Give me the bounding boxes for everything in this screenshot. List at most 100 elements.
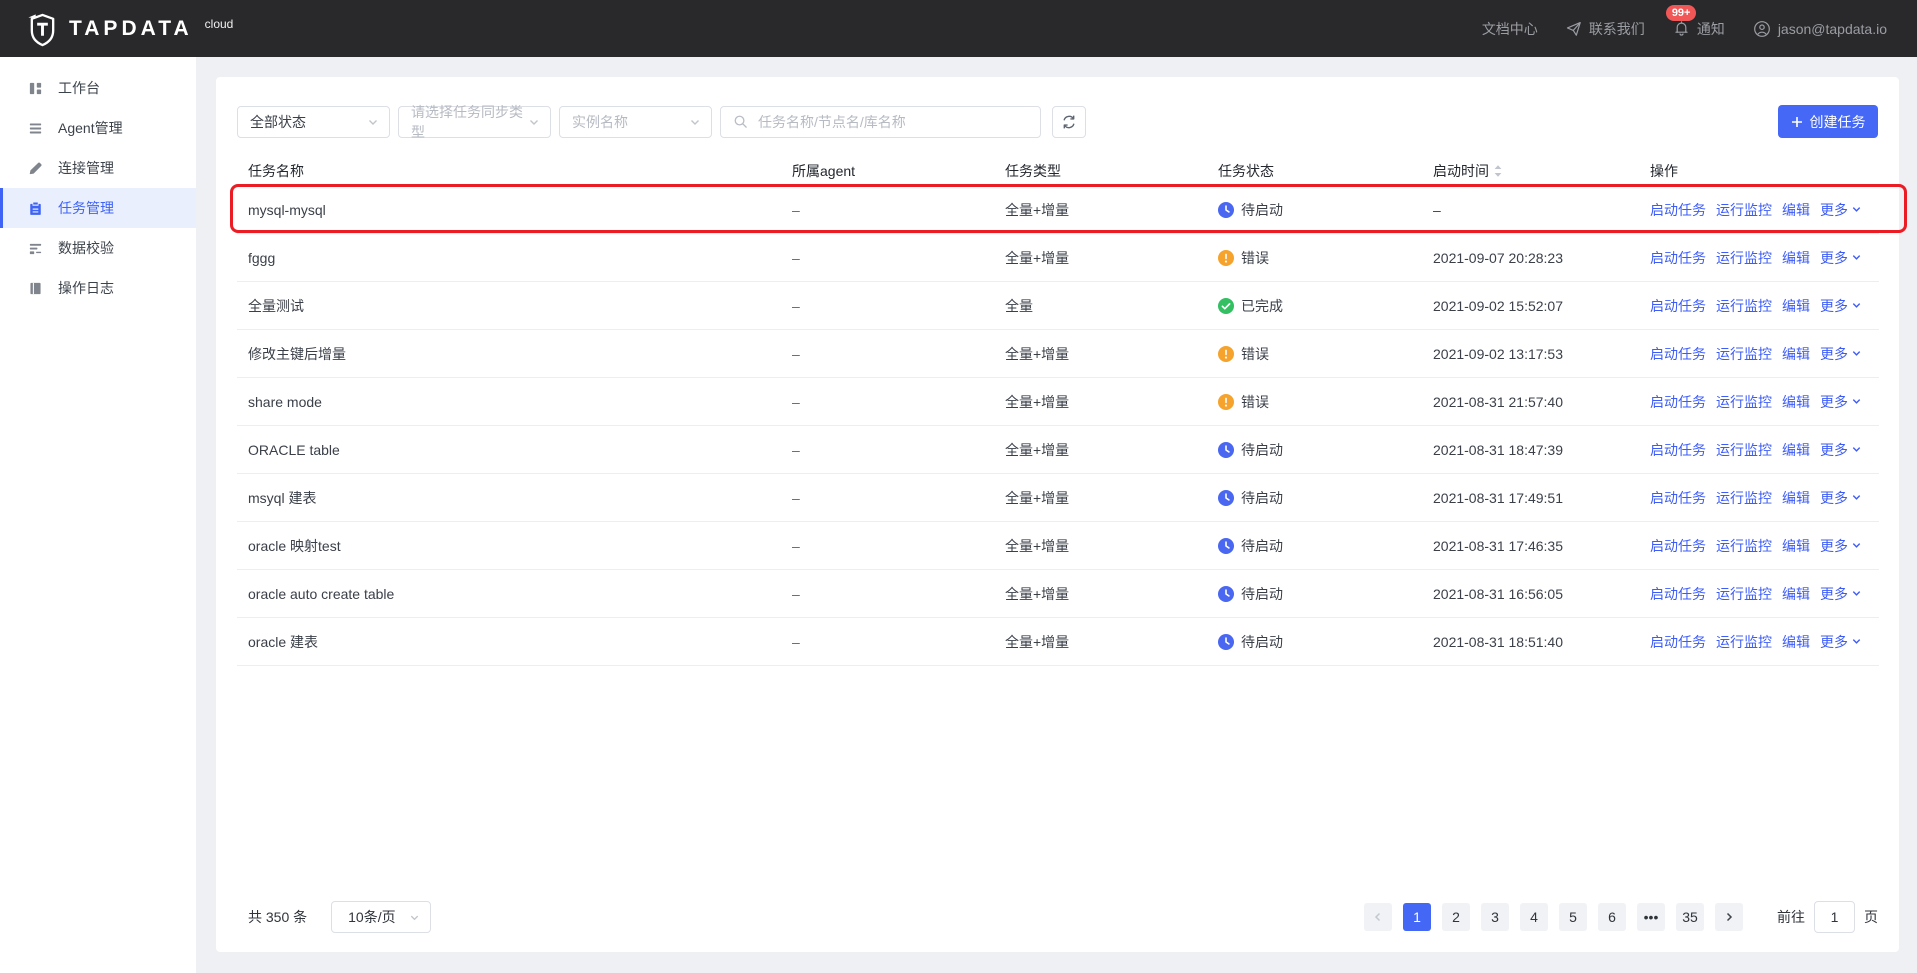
actions-cell: 启动任务运行监控编辑更多	[1650, 488, 1879, 508]
action-label: 编辑	[1782, 392, 1810, 412]
monitor-link[interactable]: 运行监控	[1716, 536, 1772, 556]
start-task-link[interactable]: 启动任务	[1650, 296, 1706, 316]
edit-link[interactable]: 编辑	[1782, 536, 1810, 556]
more-link[interactable]: 更多	[1820, 200, 1862, 220]
status-error-icon	[1218, 394, 1234, 410]
edit-link[interactable]: 编辑	[1782, 200, 1810, 220]
task-name-cell: oracle 映射test	[237, 536, 792, 556]
start-task-link[interactable]: 启动任务	[1650, 440, 1706, 460]
monitor-link[interactable]: 运行监控	[1716, 248, 1772, 268]
task-name: oracle auto create table	[248, 586, 394, 602]
task-type: 全量+增量	[1005, 538, 1069, 554]
chevron-down-small-icon	[1851, 348, 1862, 359]
more-link[interactable]: 更多	[1820, 344, 1862, 364]
monitor-link[interactable]: 运行监控	[1716, 584, 1772, 604]
chevron-down-small-icon	[1851, 540, 1862, 551]
edit-link[interactable]: 编辑	[1782, 584, 1810, 604]
sidebar-item-4[interactable]: 数据校验	[0, 228, 196, 268]
task-type: 全量+增量	[1005, 490, 1069, 506]
action-label: 运行监控	[1716, 296, 1772, 316]
table-row: share mode–全量+增量错误2021-08-31 21:57:40启动任…	[237, 378, 1879, 426]
agent-value: –	[792, 202, 800, 218]
start-task-link[interactable]: 启动任务	[1650, 488, 1706, 508]
status-waiting-icon	[1218, 202, 1234, 218]
page-button-4[interactable]: 4	[1520, 903, 1548, 931]
start-time: 2021-09-07 20:28:23	[1433, 250, 1563, 266]
start-task-link[interactable]: 启动任务	[1650, 632, 1706, 652]
monitor-link[interactable]: 运行监控	[1716, 392, 1772, 412]
nav-item-notifications[interactable]: 99+通知	[1673, 19, 1725, 39]
nav-item-docs-center[interactable]: 文档中心	[1482, 19, 1538, 39]
start-task-link[interactable]: 启动任务	[1650, 536, 1706, 556]
monitor-link[interactable]: 运行监控	[1716, 632, 1772, 652]
pagination-bar: 共 350 条 10条/页 123456•••35 前往 页	[237, 901, 1878, 933]
start-task-link[interactable]: 启动任务	[1650, 200, 1706, 220]
start-task-link[interactable]: 启动任务	[1650, 392, 1706, 412]
sidebar-item-2[interactable]: 连接管理	[0, 148, 196, 188]
edit-link[interactable]: 编辑	[1782, 296, 1810, 316]
more-link[interactable]: 更多	[1820, 488, 1862, 508]
page-button-1[interactable]: 1	[1403, 903, 1431, 931]
next-page-button[interactable]	[1715, 903, 1743, 931]
sidebar-item-1[interactable]: Agent管理	[0, 108, 196, 148]
more-link[interactable]: 更多	[1820, 632, 1862, 652]
table-row: 全量测试–全量已完成2021-09-02 15:52:07启动任务运行监控编辑更…	[237, 282, 1879, 330]
more-link[interactable]: 更多	[1820, 536, 1862, 556]
create-task-button[interactable]: 创建任务	[1778, 105, 1878, 138]
edit-link[interactable]: 编辑	[1782, 248, 1810, 268]
task-status-cell: 待启动	[1218, 488, 1433, 508]
status-filter-select[interactable]: 全部状态	[237, 106, 390, 138]
edit-link[interactable]: 编辑	[1782, 440, 1810, 460]
action-label: 编辑	[1782, 488, 1810, 508]
task-type-cell: 全量+增量	[1005, 440, 1218, 460]
page-button-6[interactable]: 6	[1598, 903, 1626, 931]
page-button-35[interactable]: 35	[1676, 903, 1704, 931]
column-header-actions: 操作	[1650, 161, 1879, 181]
more-link[interactable]: 更多	[1820, 440, 1862, 460]
table-row: oracle 映射test–全量+增量待启动2021-08-31 17:46:3…	[237, 522, 1879, 570]
edit-link[interactable]: 编辑	[1782, 344, 1810, 364]
edit-link[interactable]: 编辑	[1782, 392, 1810, 412]
task-name-cell: ORACLE table	[237, 442, 792, 458]
goto-label: 前往	[1777, 907, 1805, 927]
column-header-start-time[interactable]: 启动时间	[1433, 161, 1650, 181]
page-size-select[interactable]: 10条/页	[331, 901, 431, 933]
more-link[interactable]: 更多	[1820, 248, 1862, 268]
search-input[interactable]	[756, 113, 1028, 131]
page-button-5[interactable]: 5	[1559, 903, 1587, 931]
monitor-link[interactable]: 运行监控	[1716, 488, 1772, 508]
action-label: 启动任务	[1650, 392, 1706, 412]
start-task-link[interactable]: 启动任务	[1650, 248, 1706, 268]
sidebar-item-5[interactable]: 操作日志	[0, 268, 196, 308]
log-icon	[27, 281, 44, 296]
page-button-2[interactable]: 2	[1442, 903, 1470, 931]
sidebar-item-0[interactable]: 工作台	[0, 68, 196, 108]
more-link[interactable]: 更多	[1820, 392, 1862, 412]
sync-type-filter-select[interactable]: 请选择任务同步类型	[398, 106, 551, 138]
task-type: 全量+增量	[1005, 202, 1069, 218]
page-button-3[interactable]: 3	[1481, 903, 1509, 931]
task-type-cell: 全量+增量	[1005, 584, 1218, 604]
start-task-link[interactable]: 启动任务	[1650, 344, 1706, 364]
monitor-link[interactable]: 运行监控	[1716, 440, 1772, 460]
task-type: 全量	[1005, 298, 1033, 314]
refresh-button[interactable]	[1052, 106, 1086, 138]
monitor-link[interactable]: 运行监控	[1716, 200, 1772, 220]
monitor-link[interactable]: 运行监控	[1716, 344, 1772, 364]
nav-item-account[interactable]: jason@tapdata.io	[1753, 20, 1887, 38]
more-link[interactable]: 更多	[1820, 296, 1862, 316]
edit-link[interactable]: 编辑	[1782, 488, 1810, 508]
start-time-cell: 2021-09-02 13:17:53	[1433, 346, 1650, 362]
nav-item-contact-us[interactable]: 联系我们	[1566, 19, 1645, 39]
goto-page-input[interactable]	[1814, 901, 1855, 933]
more-link[interactable]: 更多	[1820, 584, 1862, 604]
sidebar-item-3[interactable]: 任务管理	[0, 188, 196, 228]
start-task-link[interactable]: 启动任务	[1650, 584, 1706, 604]
page-size-value: 10条/页	[348, 907, 395, 927]
edit-link[interactable]: 编辑	[1782, 632, 1810, 652]
monitor-link[interactable]: 运行监控	[1716, 296, 1772, 316]
instance-filter-select[interactable]: 实例名称	[559, 106, 712, 138]
prev-page-button[interactable]	[1364, 903, 1392, 931]
sort-icon[interactable]	[1493, 164, 1503, 178]
page-ellipsis-button[interactable]: •••	[1637, 903, 1665, 931]
